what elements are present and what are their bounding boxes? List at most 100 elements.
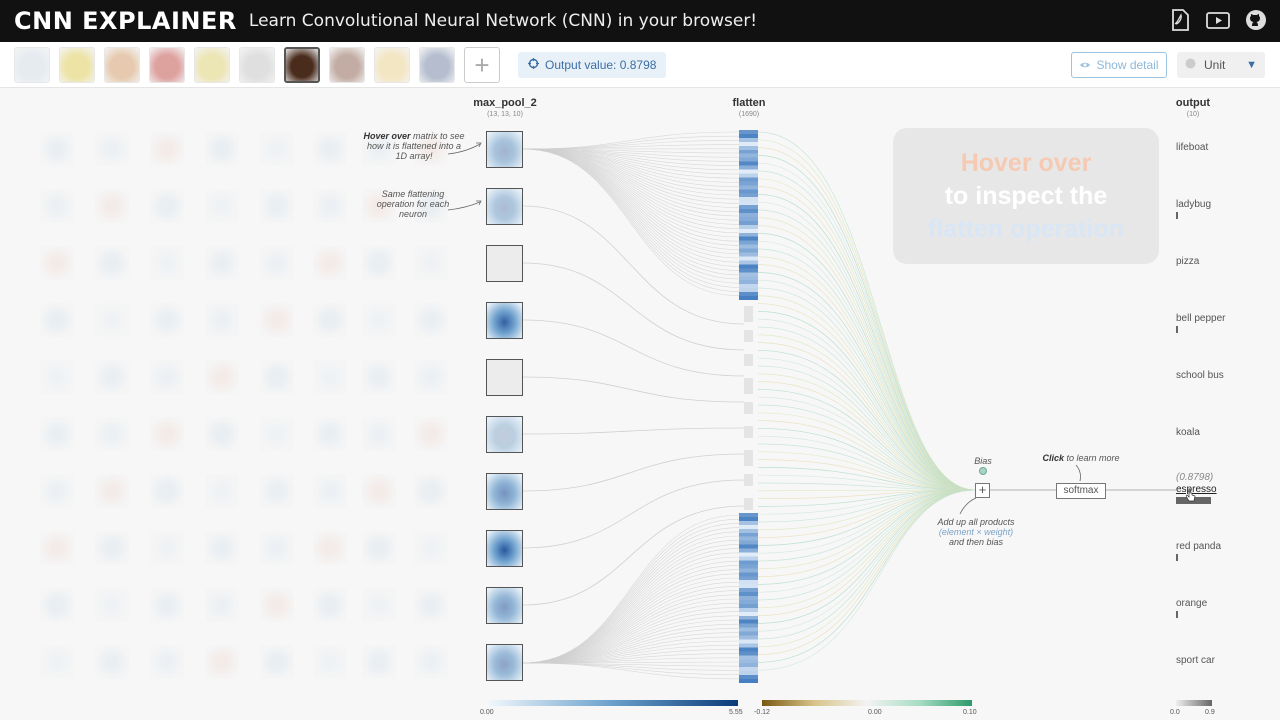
output-class-label[interactable]: school bus bbox=[1176, 370, 1224, 381]
softmax-button[interactable]: softmax bbox=[1056, 483, 1106, 499]
input-image-selector: + bbox=[14, 47, 500, 83]
add-image-button[interactable]: + bbox=[464, 47, 500, 83]
pool-to-flatten-link bbox=[522, 148, 740, 297]
feature-map bbox=[487, 417, 522, 452]
output-title: output bbox=[1175, 97, 1211, 109]
max-pool-2-node[interactable] bbox=[486, 188, 523, 225]
max-pool-2-node[interactable] bbox=[486, 416, 523, 453]
pool-to-flatten-link bbox=[522, 662, 740, 680]
output-class-label[interactable]: lifeboat bbox=[1176, 142, 1208, 153]
feature-map bbox=[487, 303, 522, 338]
feature-map bbox=[487, 132, 522, 167]
flatten-dims: (1690) bbox=[738, 111, 760, 118]
output-probability-bar bbox=[1176, 212, 1178, 219]
output-probability-bar bbox=[1176, 554, 1178, 561]
flatten-unit[interactable] bbox=[744, 306, 753, 322]
pool-to-flatten-link bbox=[522, 148, 740, 280]
bias-node[interactable] bbox=[979, 467, 987, 475]
output-value-label: (0.8798) bbox=[1176, 472, 1214, 483]
show-detail-button[interactable]: Show detail bbox=[1071, 52, 1167, 78]
pool-to-flatten-link bbox=[522, 552, 740, 664]
pool-to-flatten-link bbox=[522, 577, 740, 664]
app-header: CNN EXPLAINER Learn Convolutional Neural… bbox=[0, 0, 1280, 42]
pool-to-flatten-link bbox=[522, 319, 745, 377]
flatten-to-output-link bbox=[757, 357, 976, 491]
weight-legend-mid: 0.00 bbox=[868, 709, 882, 716]
pool-to-flatten-link bbox=[522, 586, 740, 664]
max-pool-2-node[interactable] bbox=[486, 587, 523, 624]
output-class-label[interactable]: espresso bbox=[1176, 484, 1217, 495]
input-image-thumb[interactable] bbox=[149, 47, 185, 83]
input-image-thumb[interactable] bbox=[104, 47, 140, 83]
sum-node[interactable]: + bbox=[975, 483, 990, 498]
output-class-label[interactable]: pizza bbox=[1176, 256, 1199, 267]
pool-to-flatten-link bbox=[522, 148, 740, 242]
output-class-label[interactable]: sport car bbox=[1176, 655, 1215, 666]
chevron-down-icon: ▼ bbox=[1246, 59, 1257, 71]
input-image-thumb[interactable] bbox=[284, 47, 320, 83]
feature-map bbox=[487, 645, 522, 680]
output-class-label[interactable]: red panda bbox=[1176, 541, 1221, 552]
flatten-unit[interactable] bbox=[744, 474, 753, 486]
pool-to-flatten-link bbox=[522, 662, 740, 671]
input-image-thumb[interactable] bbox=[194, 47, 230, 83]
max-pool-2-node[interactable] bbox=[486, 473, 523, 510]
flatten-unit[interactable] bbox=[744, 330, 753, 342]
input-image-thumb[interactable] bbox=[239, 47, 275, 83]
same-flatten-annotation: Same flattening operation for each neuro… bbox=[376, 189, 450, 219]
max-pool-2-node[interactable] bbox=[486, 530, 523, 567]
add-products-annotation: Add up all products (element × weight) a… bbox=[930, 517, 1022, 547]
unit-select-value: Unit bbox=[1204, 58, 1226, 72]
max-pool-2-node[interactable] bbox=[486, 359, 523, 396]
feature-map bbox=[487, 189, 522, 224]
header-icons bbox=[1168, 8, 1268, 32]
overlay-line-2: to inspect the bbox=[944, 181, 1108, 210]
flatten-to-output-link bbox=[757, 489, 976, 655]
flatten-unit[interactable] bbox=[744, 498, 753, 510]
app-logo[interactable]: CNN EXPLAINER bbox=[14, 7, 237, 35]
target-icon bbox=[528, 58, 539, 72]
flatten-to-output-link bbox=[757, 489, 976, 609]
output-legend-min: 0.0 bbox=[1170, 709, 1180, 716]
activation-legend-min: 0.00 bbox=[480, 709, 494, 716]
flatten-unit[interactable] bbox=[744, 402, 753, 414]
input-image-thumb[interactable] bbox=[374, 47, 410, 83]
flatten-unit[interactable] bbox=[744, 354, 753, 366]
input-image-thumb[interactable] bbox=[329, 47, 365, 83]
max-pool-2-title: max_pool_2 bbox=[473, 97, 537, 109]
add-products-line-1: Add up all products bbox=[937, 517, 1015, 527]
pool-to-flatten-link bbox=[522, 527, 740, 664]
output-class-label[interactable]: orange bbox=[1176, 598, 1207, 609]
pdf-icon[interactable] bbox=[1168, 8, 1192, 32]
activation-legend-bar bbox=[486, 700, 738, 706]
output-class-label[interactable]: bell pepper bbox=[1176, 313, 1225, 324]
click-annotation: Click to learn more bbox=[1030, 453, 1132, 463]
flatten-unit[interactable] bbox=[744, 450, 753, 466]
pool-to-flatten-link bbox=[522, 148, 740, 196]
flatten-strip-top[interactable] bbox=[739, 130, 758, 300]
max-pool-2-node[interactable] bbox=[486, 131, 523, 168]
flatten-unit[interactable] bbox=[744, 378, 753, 394]
video-icon[interactable] bbox=[1206, 8, 1230, 32]
flatten-strip-bottom[interactable] bbox=[739, 513, 758, 683]
pool-to-flatten-link bbox=[522, 611, 740, 664]
output-dims: (10) bbox=[1186, 111, 1200, 118]
overlay-line-1: Hover over bbox=[960, 148, 1092, 177]
pool-to-flatten-link bbox=[522, 427, 745, 435]
input-image-thumb[interactable] bbox=[14, 47, 50, 83]
pool-to-flatten-link bbox=[522, 565, 740, 664]
github-icon[interactable] bbox=[1244, 8, 1268, 32]
input-image-thumb[interactable] bbox=[419, 47, 455, 83]
output-probability-bar bbox=[1176, 611, 1178, 618]
max-pool-2-node[interactable] bbox=[486, 245, 523, 282]
pool-to-flatten-link bbox=[522, 148, 740, 259]
max-pool-2-node[interactable] bbox=[486, 644, 523, 681]
output-class-label[interactable]: koala bbox=[1176, 427, 1200, 438]
max-pool-2-node[interactable] bbox=[486, 302, 523, 339]
input-image-thumb[interactable] bbox=[59, 47, 95, 83]
flatten-unit[interactable] bbox=[744, 426, 753, 438]
output-class-label[interactable]: ladybug bbox=[1176, 199, 1211, 210]
click-annotation-rest: to learn more bbox=[1063, 453, 1120, 463]
pool-to-flatten-link bbox=[522, 135, 740, 150]
unit-select[interactable]: Unit ▼ bbox=[1177, 52, 1265, 78]
